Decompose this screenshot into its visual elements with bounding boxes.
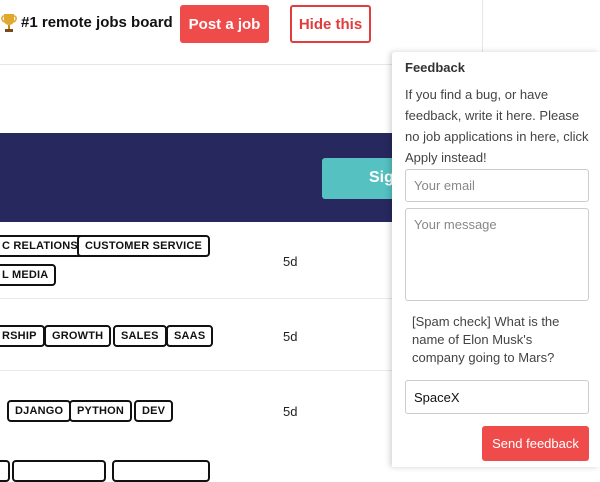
- feedback-title: Feedback: [405, 60, 465, 75]
- row-divider: [0, 370, 392, 371]
- hide-this-button[interactable]: Hide this: [290, 5, 371, 43]
- job-tag[interactable]: GROWTH: [44, 325, 112, 347]
- job-age: 5d: [283, 404, 298, 419]
- job-tag[interactable]: DJANGO: [7, 400, 72, 422]
- job-tag[interactable]: RSHIP: [0, 325, 45, 347]
- job-tag-partial: [112, 460, 210, 482]
- feedback-description: If you find a bug, or have feedback, wri…: [405, 87, 589, 165]
- trophy-icon: [1, 14, 17, 32]
- job-tag[interactable]: PYTHON: [69, 400, 133, 422]
- job-age: 5d: [283, 329, 298, 344]
- job-tag[interactable]: C RELATIONS: [0, 235, 86, 257]
- job-age: 5d: [283, 254, 298, 269]
- email-field[interactable]: [405, 169, 589, 202]
- send-feedback-button[interactable]: Send feedback: [482, 426, 589, 461]
- job-tag[interactable]: SAAS: [166, 325, 214, 347]
- job-tag[interactable]: SALES: [113, 325, 167, 347]
- feedback-panel: Feedback If you find a bug, or have feed…: [392, 52, 600, 467]
- spam-answer-field[interactable]: [405, 380, 589, 414]
- job-tag-partial: [0, 460, 10, 482]
- job-tag-partial: [12, 460, 106, 482]
- job-tag[interactable]: DEV: [134, 400, 174, 422]
- message-field[interactable]: [405, 208, 589, 301]
- job-tag[interactable]: CUSTOMER SERVICE: [77, 235, 211, 257]
- spam-check-question: [Spam check] What is the name of Elon Mu…: [412, 314, 560, 365]
- site-brand[interactable]: #1 remote jobs board: [21, 14, 173, 31]
- job-tag[interactable]: L MEDIA: [0, 264, 57, 286]
- post-job-button[interactable]: Post a job: [180, 5, 269, 43]
- row-divider: [0, 298, 392, 299]
